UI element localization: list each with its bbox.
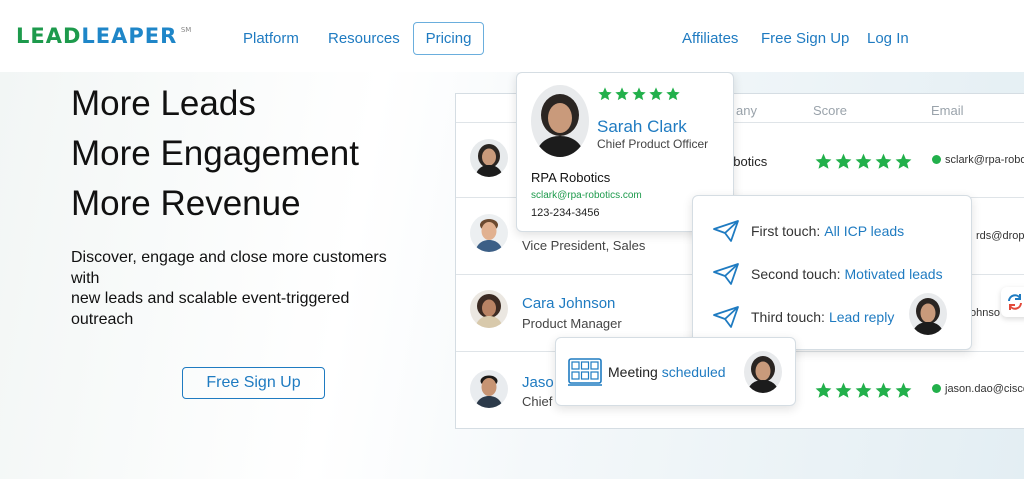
row-1-email[interactable]: sclark@rpa-robo [932, 154, 1024, 166]
star-icon [835, 382, 852, 398]
nav-resources[interactable]: Resources [328, 30, 400, 47]
meeting-status: Meeting scheduled [608, 364, 726, 380]
row-3-name[interactable]: Cara Johnson [522, 295, 615, 312]
hero-subtitle-line-1: Discover, engage and close more customer… [71, 249, 387, 287]
third-touch-label: Third touch: [751, 309, 825, 325]
sync-icon [1008, 294, 1022, 310]
paper-plane-icon [713, 263, 739, 285]
hero-subtitle-line-2: new leads and scalable event-triggered o… [71, 290, 350, 328]
avatar-man-1 [470, 214, 508, 252]
star-icon [855, 382, 872, 398]
profile-name[interactable]: Sarah Clark [597, 117, 687, 137]
sync-widget[interactable] [1001, 287, 1024, 317]
profile-rating-stars [597, 86, 681, 102]
row-4-title: Chief [522, 394, 553, 409]
star-icon [835, 153, 852, 169]
nav-pricing[interactable]: Pricing [413, 22, 484, 55]
nav-free-sign-up[interactable]: Free Sign Up [761, 30, 849, 47]
logo-leaper: LEAPER [81, 24, 178, 48]
profile-company: RPA Robotics [531, 170, 611, 185]
first-touch-value: All ICP leads [824, 223, 905, 239]
star-icon [649, 87, 663, 101]
headline-line-2: More Engagement [71, 134, 359, 173]
avatar-woman-1 [470, 139, 508, 177]
star-icon [815, 153, 832, 169]
headline-line-3: More Revenue [71, 184, 301, 223]
header-score: Score [813, 103, 847, 118]
star-icon [855, 153, 872, 169]
paper-plane-icon [713, 306, 739, 328]
star-icon [815, 382, 832, 398]
site-header: LEADLEAPER SM Platform Resources Pricing… [0, 0, 1024, 72]
avatar-woman-2 [470, 290, 508, 328]
nav-log-in[interactable]: Log In [867, 30, 909, 47]
profile-phone: 123-234-3456 [531, 207, 600, 219]
third-touch-step: Third touch: Lead reply [713, 306, 894, 328]
row-4-name[interactable]: Jaso [522, 374, 554, 391]
second-touch-value: Motivated leads [844, 266, 943, 282]
row-3-email[interactable]: ohnso [970, 307, 1000, 319]
header-company: any [736, 103, 757, 118]
star-icon [615, 87, 629, 101]
row-4-score-stars [814, 381, 913, 400]
star-icon [598, 87, 612, 101]
row-3-title: Product Manager [522, 316, 622, 331]
star-icon [632, 87, 646, 101]
leadleaper-logo[interactable]: LEADLEAPER SM [16, 24, 191, 48]
row-2-email[interactable]: rds@dropb [976, 230, 1024, 242]
nav-platform[interactable]: Platform [243, 30, 299, 47]
headline-line-1: More Leads [71, 84, 256, 123]
star-icon [875, 382, 892, 398]
third-touch-value: Lead reply [828, 309, 895, 325]
second-touch-label: Second touch: [751, 266, 841, 282]
meeting-avatar [744, 351, 782, 393]
star-icon [875, 153, 892, 169]
row-4-email[interactable]: jason.dao@cisco [932, 383, 1024, 395]
first-touch-label: First touch: [751, 223, 821, 239]
row-1-score-stars [814, 152, 913, 171]
header-email: Email [931, 103, 964, 118]
first-touch-step: First touch: All ICP leads [713, 220, 904, 242]
hero-free-sign-up-button[interactable]: Free Sign Up [182, 367, 325, 399]
outreach-sequence-card: First touch: All ICP leads Second touch: M… [692, 195, 972, 350]
paper-plane-icon [713, 220, 739, 242]
calendar-meeting-icon [568, 358, 602, 386]
star-icon [895, 382, 912, 398]
profile-title: Chief Product Officer [597, 137, 709, 151]
meeting-card: Meeting scheduled [555, 337, 796, 406]
reply-avatar [909, 293, 947, 335]
profile-avatar [531, 85, 589, 157]
profile-email[interactable]: sclark@rpa-robotics.com [531, 190, 642, 201]
second-touch-step: Second touch: Motivated leads [713, 263, 943, 285]
row-2-title: Vice President, Sales [522, 238, 646, 253]
hero-subtitle: Discover, engage and close more customer… [71, 248, 416, 330]
avatar-man-2 [470, 370, 508, 408]
logo-service-mark: SM [180, 26, 192, 34]
star-icon [666, 87, 680, 101]
star-icon [895, 153, 912, 169]
logo-lead: LEAD [16, 24, 82, 48]
nav-affiliates[interactable]: Affiliates [682, 30, 738, 47]
